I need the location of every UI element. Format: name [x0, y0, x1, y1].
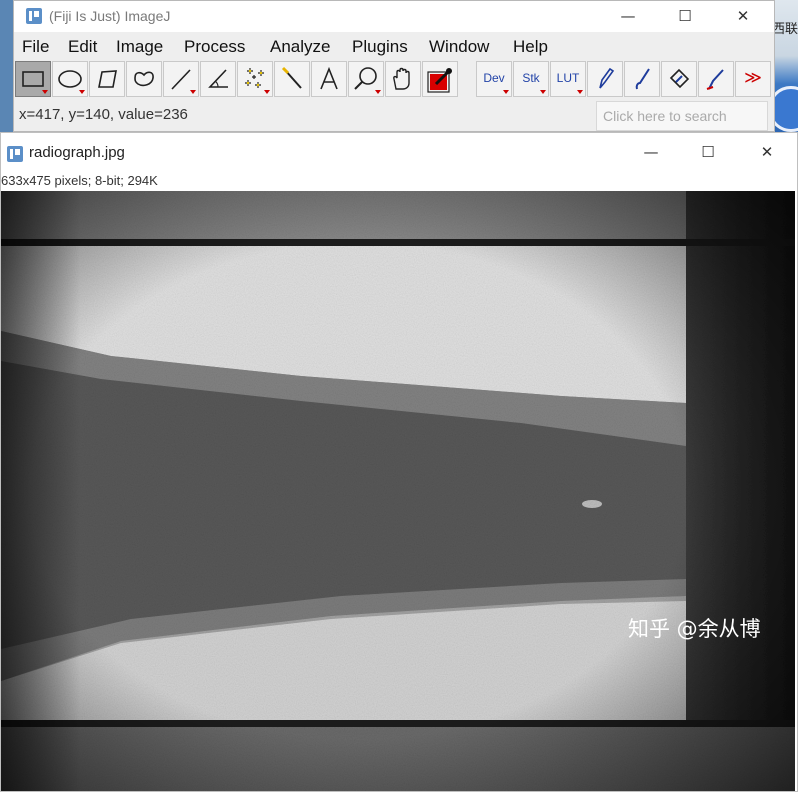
text-tool[interactable]	[311, 61, 347, 97]
close-button[interactable]: ✕	[720, 1, 766, 32]
menu-process[interactable]: Process	[184, 37, 245, 57]
more-tools-button[interactable]: ≫	[735, 61, 771, 97]
tool-options-marker	[375, 90, 381, 94]
text-icon	[320, 66, 338, 90]
fiji-app-icon	[26, 8, 42, 24]
pencil-tool[interactable]	[587, 61, 623, 97]
imagej-titlebar[interactable]: (Fiji Is Just) ImageJ — ☐ ✕	[14, 1, 774, 32]
tool-options-marker	[503, 90, 509, 94]
image-minimize-button[interactable]: —	[628, 137, 674, 168]
hand-icon	[393, 67, 410, 90]
menu-image[interactable]: Image	[116, 37, 163, 57]
menu-bar: File Edit Image Process Analyze Plugins …	[14, 34, 774, 60]
image-info: 633x475 pixels; 8-bit; 294K	[1, 173, 158, 188]
maximize-button[interactable]: ☐	[662, 1, 708, 32]
tool-options-marker	[540, 90, 546, 94]
paint-bucket-icon	[669, 68, 690, 89]
brush-color-icon	[706, 69, 724, 90]
color-picker-tool[interactable]	[422, 61, 458, 97]
image-window-title: radiograph.jpg	[29, 144, 125, 161]
menu-analyze[interactable]: Analyze	[270, 37, 330, 57]
angle-icon	[208, 69, 228, 88]
line-tool[interactable]	[163, 61, 199, 97]
tool-options-marker	[577, 90, 583, 94]
pixel-readout: x=417, y=140, value=236	[19, 106, 188, 123]
menu-plugins[interactable]: Plugins	[352, 37, 408, 57]
desktop-partial-text: 西联	[772, 22, 798, 37]
stack-tool[interactable]: Stk	[513, 61, 549, 97]
tool-bar: Dev Stk LUT ≫	[14, 60, 774, 98]
search-box[interactable]: Click here to search	[596, 101, 768, 131]
watermark-text: 知乎 @余从博	[628, 617, 761, 641]
radiograph-image	[1, 191, 795, 791]
tool-options-marker	[79, 90, 85, 94]
freehand-icon	[134, 71, 154, 87]
color-picker-icon	[427, 68, 452, 93]
magic-wand-icon	[281, 66, 302, 89]
paintbrush-icon	[635, 68, 650, 90]
menu-help[interactable]: Help	[513, 37, 548, 57]
menu-edit[interactable]: Edit	[68, 37, 97, 57]
tool-options-marker	[264, 90, 270, 94]
flood-fill-tool[interactable]	[661, 61, 697, 97]
menu-file[interactable]: File	[22, 37, 49, 57]
double-chevron-icon: ≫	[744, 68, 762, 87]
rectangle-tool[interactable]	[15, 61, 51, 97]
polygon-tool[interactable]	[89, 61, 125, 97]
status-bar: x=417, y=140, value=236 Click here to se…	[14, 101, 774, 131]
stk-label: Stk	[522, 71, 540, 85]
image-maximize-button[interactable]: ☐	[685, 137, 731, 168]
search-placeholder: Click here to search	[603, 108, 727, 124]
tool-options-marker	[42, 90, 48, 94]
lut-label: LUT	[556, 71, 580, 85]
angle-tool[interactable]	[200, 61, 236, 97]
dev-label: Dev	[483, 71, 505, 85]
hand-tool[interactable]	[385, 61, 421, 97]
polygon-icon	[98, 70, 117, 88]
imagej-main-window: (Fiji Is Just) ImageJ — ☐ ✕ File Edit Im…	[13, 0, 775, 132]
image-window-titlebar[interactable]: radiograph.jpg — ☐ ✕	[1, 133, 797, 173]
oval-tool[interactable]	[52, 61, 88, 97]
fiji-app-icon	[7, 146, 23, 162]
image-canvas[interactable]	[1, 191, 795, 791]
minimize-button[interactable]: —	[605, 1, 651, 32]
image-close-button[interactable]: ✕	[744, 137, 790, 168]
tool-options-marker	[190, 90, 196, 94]
magnifier-tool[interactable]	[348, 61, 384, 97]
paintbrush-tool[interactable]	[624, 61, 660, 97]
imagej-window-title: (Fiji Is Just) ImageJ	[49, 8, 171, 24]
pencil-icon	[599, 67, 615, 89]
multi-point-tool[interactable]	[237, 61, 273, 97]
menu-window[interactable]: Window	[429, 37, 489, 57]
image-window: radiograph.jpg — ☐ ✕ 633x475 pixels; 8-b…	[0, 132, 798, 792]
lut-tool[interactable]: LUT	[550, 61, 586, 97]
dev-tool[interactable]: Dev	[476, 61, 512, 97]
wand-tool[interactable]	[274, 61, 310, 97]
freehand-tool[interactable]	[126, 61, 162, 97]
spray-tool[interactable]	[698, 61, 734, 97]
